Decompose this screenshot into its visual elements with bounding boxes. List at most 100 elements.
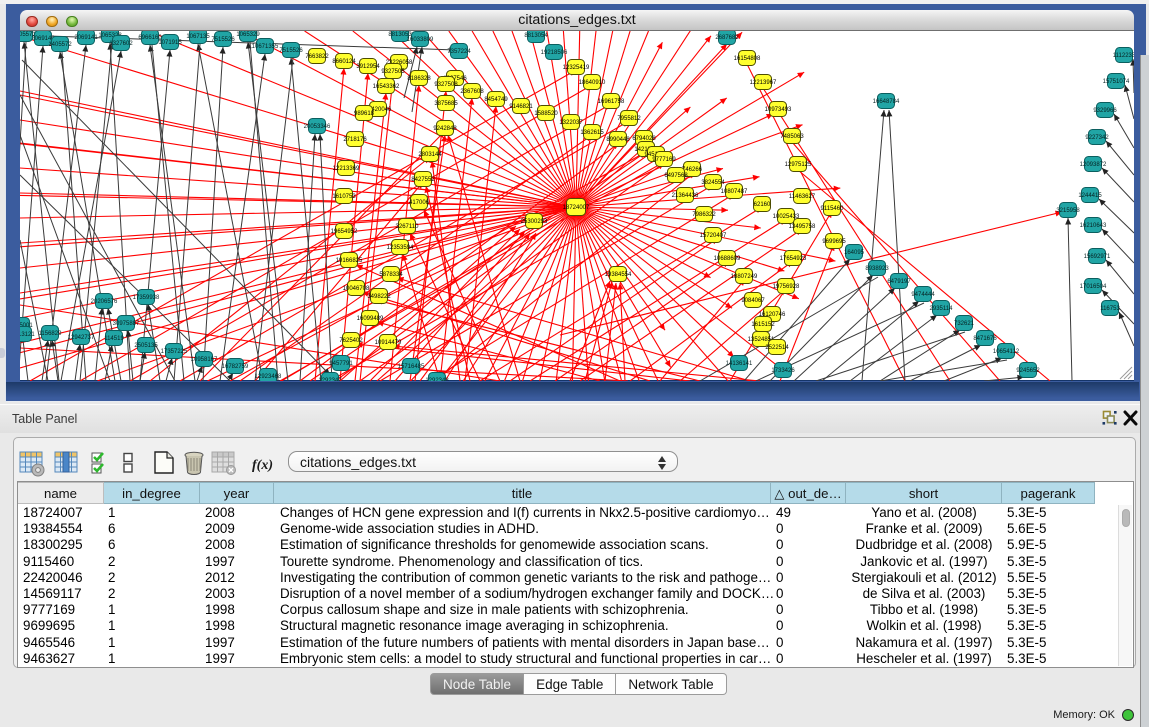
svg-text:62160: 62160 [754,202,771,208]
svg-text:9245652: 9245652 [1016,368,1040,374]
svg-text:8454749: 8454749 [484,97,508,103]
svg-text:30975887: 30975887 [113,321,140,327]
svg-text:9474444: 9474444 [911,292,935,298]
svg-text:8427552: 8427552 [411,177,435,183]
svg-text:17357225: 17357225 [161,349,188,355]
svg-text:10688609: 10688609 [714,256,741,262]
svg-text:10807487: 10807487 [721,189,748,195]
svg-text:11463627: 11463627 [789,194,816,200]
svg-text:12975125: 12975125 [785,162,812,168]
svg-text:12213369: 12213369 [333,166,360,172]
svg-text:7515526: 7515526 [211,37,235,43]
svg-text:7663822: 7663822 [305,54,329,60]
svg-text:1733426: 1733426 [771,368,795,374]
svg-text:164095: 164095 [844,250,865,256]
svg-text:18640910: 18640910 [579,80,606,86]
svg-text:3875685: 3875685 [434,101,458,107]
svg-text:1065329: 1065329 [236,32,260,38]
svg-text:116753: 116753 [1100,306,1120,312]
svg-text:417006: 417006 [409,200,430,206]
svg-text:2803144: 2803144 [418,152,442,158]
svg-text:9227342: 9227342 [1085,135,1109,141]
svg-text:9327505: 9327505 [381,69,405,75]
svg-text:1071915: 1071915 [158,40,182,46]
svg-text:3913121: 3913121 [20,332,35,338]
svg-text:12353594: 12353594 [387,245,414,251]
svg-text:9327508: 9327508 [434,82,458,88]
svg-text:2367608: 2367608 [460,89,484,95]
svg-text:12942737: 12942737 [68,335,95,341]
svg-text:20206576: 20206576 [91,299,118,305]
svg-text:15716485: 15716485 [398,364,425,370]
svg-text:25300293: 25300293 [521,219,548,225]
svg-text:3498222: 3498222 [367,294,391,300]
svg-text:1112233: 1112233 [1113,53,1134,59]
svg-text:7485063: 7485063 [780,134,804,140]
svg-text:1615152: 1615152 [751,322,775,328]
svg-text:10671355: 10671355 [252,44,279,50]
svg-text:2687682: 2687682 [715,35,739,41]
svg-text:19384554: 19384554 [605,272,632,278]
svg-text:3267110: 3267110 [396,224,420,230]
svg-text:15720407: 15720407 [700,233,727,239]
svg-text:2522514: 2522514 [765,345,789,351]
svg-text:1588520: 1588520 [534,111,558,117]
svg-text:16210643: 16210643 [1080,223,1107,229]
svg-text:1067135: 1067135 [186,34,210,40]
svg-text:1156829: 1156829 [39,331,63,337]
svg-text:17016504: 17016504 [1080,284,1107,290]
svg-text:8471676: 8471676 [973,336,997,342]
svg-text:18724007: 18724007 [563,205,590,211]
svg-text:17654923: 17654923 [780,256,807,262]
svg-text:3912954: 3912954 [356,64,380,70]
svg-text:1244415: 1244415 [1078,193,1102,199]
svg-text:8990448: 8990448 [606,137,630,143]
svg-text:1405572: 1405572 [48,42,72,48]
svg-text:1322037: 1322037 [559,120,583,126]
svg-text:16099489: 16099489 [357,316,384,322]
svg-text:13495758: 13495758 [789,224,816,230]
svg-text:1610753: 1610753 [332,194,356,200]
svg-text:10914479: 10914479 [375,340,402,346]
svg-text:16154808: 16154808 [734,56,761,62]
svg-text:f(x): f(x) [252,458,273,473]
svg-text:9777169: 9777169 [652,157,676,163]
svg-text:10654112: 10654112 [993,349,1020,355]
svg-text:9084067: 9084067 [741,298,765,304]
svg-text:7357224: 7357224 [447,49,471,55]
svg-text:6479197: 6479197 [887,279,911,285]
svg-text:8813054: 8813054 [524,33,548,39]
svg-text:2935114: 2935114 [930,306,954,312]
svg-text:18807249: 18807249 [731,274,758,280]
svg-text:9329966: 9329966 [1093,108,1117,114]
svg-text:19166825: 19166825 [336,258,363,264]
svg-text:10973493: 10973493 [765,107,792,113]
svg-text:12923468: 12923468 [255,374,282,380]
svg-text:2505135: 2505135 [134,343,158,349]
svg-text:2718176: 2718176 [343,137,367,143]
svg-text:20053346: 20053346 [304,124,331,130]
svg-text:9457791: 9457791 [329,361,353,367]
svg-text:9699695: 9699695 [822,239,846,245]
svg-text:15692971: 15692971 [1084,254,1111,260]
svg-text:16543362: 16543362 [373,84,400,90]
svg-text:732621: 732621 [954,321,975,327]
svg-text:15751074: 15751074 [1103,79,1130,85]
svg-text:19218506: 19218506 [541,50,568,56]
svg-text:2069141: 2069141 [74,35,98,41]
svg-text:6497568: 6497568 [664,173,688,179]
svg-text:16782759: 16782759 [222,364,249,370]
svg-text:19756928: 19756928 [773,284,800,290]
svg-text:9242848: 9242848 [433,126,457,132]
svg-text:114519: 114519 [104,336,124,342]
svg-text:7986322: 7986322 [692,212,716,218]
svg-text:16648784: 16648784 [873,99,900,105]
svg-text:16961758: 16961758 [598,99,625,105]
svg-text:9115460: 9115460 [821,206,845,212]
svg-text:12093872: 12093872 [1080,162,1107,168]
svg-text:16033809: 16033809 [407,37,434,43]
svg-text:7955812: 7955812 [617,116,641,122]
svg-text:21364436: 21364436 [672,193,699,199]
svg-text:14136141: 14136141 [726,361,753,367]
svg-text:8938923: 8938923 [865,266,889,272]
